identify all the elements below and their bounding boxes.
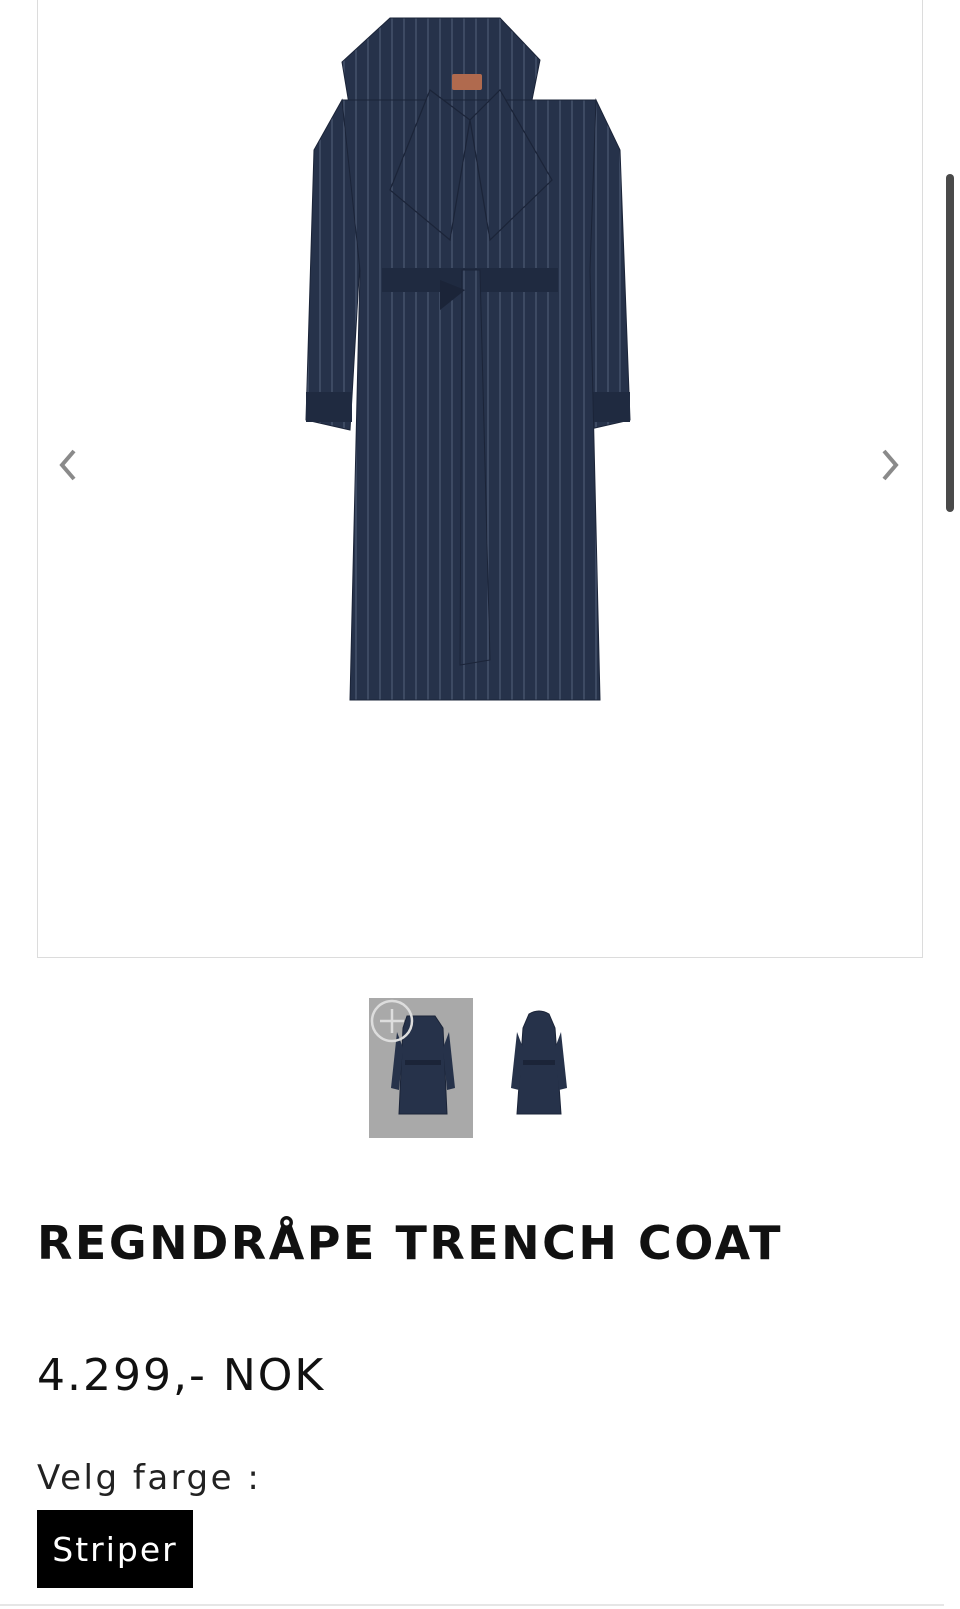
color-option-striper[interactable]: Striper bbox=[37, 1510, 193, 1588]
chevron-left-icon bbox=[59, 449, 76, 481]
chevron-right-icon bbox=[882, 449, 899, 481]
color-select-label: Velg farge : bbox=[37, 1458, 262, 1498]
page-scrollbar-thumb[interactable] bbox=[946, 174, 954, 512]
gallery-prev-button[interactable] bbox=[48, 440, 88, 490]
product-title: REGNDRÅPE TRENCH COAT bbox=[37, 1216, 783, 1270]
thumbnail-coat-hood-image bbox=[511, 1010, 567, 1115]
product-price: 4.299,- NOK bbox=[37, 1350, 326, 1401]
thumbnail-1[interactable] bbox=[369, 998, 473, 1138]
thumbnail-2[interactable] bbox=[487, 998, 591, 1138]
product-main-image[interactable] bbox=[290, 0, 650, 740]
gallery-next-button[interactable] bbox=[870, 440, 910, 490]
divider bbox=[0, 1604, 944, 1606]
zoom-plus-icon[interactable] bbox=[369, 998, 415, 1044]
